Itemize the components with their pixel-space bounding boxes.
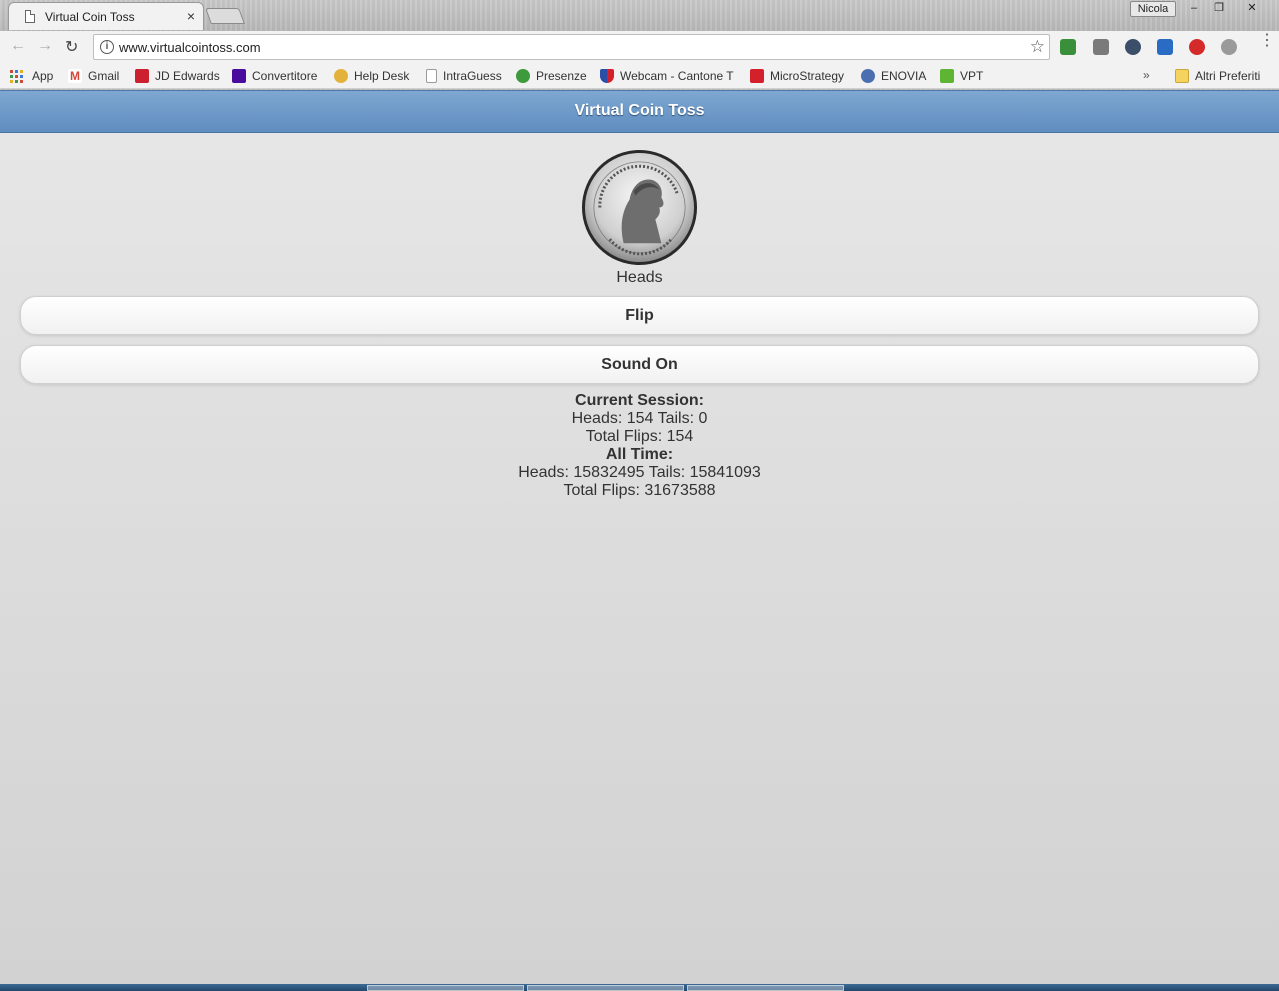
- bookmark-app[interactable]: App: [10, 68, 53, 84]
- sound-toggle-button[interactable]: Sound On: [20, 345, 1259, 384]
- bookmark-jd-edwards[interactable]: JD Edwards: [135, 68, 220, 84]
- taskbar-item[interactable]: [527, 985, 684, 991]
- browser-menu-icon[interactable]: ⋮: [1259, 33, 1275, 49]
- gmail-icon: M: [68, 69, 82, 83]
- bookmark-presenze[interactable]: Presenze: [516, 68, 587, 84]
- browser-chrome: Virtual Coin Toss × Nicola – ❐ ✕ ← → ↻ i…: [0, 0, 1279, 91]
- stats-panel: Current Session: Heads: 154 Tails: 0 Tot…: [0, 392, 1279, 500]
- reload-icon[interactable]: ↻: [65, 37, 78, 57]
- jd-edwards-icon: [135, 69, 149, 83]
- other-bookmarks[interactable]: Altri Preferiti: [1175, 68, 1260, 84]
- bookmark-webcam[interactable]: Webcam - Cantone T: [600, 68, 736, 84]
- taskbar-item[interactable]: [367, 985, 524, 991]
- microstrategy-icon: [750, 69, 764, 83]
- browser-toolbar: ← → ↻ i www.virtualcointoss.com ☆ ⋮: [0, 31, 1279, 63]
- extension-download-icon[interactable]: [1157, 39, 1173, 55]
- coin-result-label: Heads: [616, 269, 663, 286]
- bookmark-help-desk[interactable]: Help Desk: [334, 68, 409, 84]
- info-icon[interactable]: i: [100, 40, 114, 54]
- all-time-counts: Heads: 15832495 Tails: 15841093: [518, 464, 761, 481]
- enovia-icon: [861, 69, 875, 83]
- quarter-coin-icon[interactable]: [580, 148, 699, 267]
- bookmark-microstrategy[interactable]: MicroStrategy: [750, 68, 844, 84]
- tab-title: Virtual Coin Toss: [45, 10, 135, 24]
- presenze-icon: [516, 69, 530, 83]
- page-icon: [25, 10, 35, 23]
- close-window-button[interactable]: ✕: [1241, 1, 1263, 16]
- back-arrow-icon[interactable]: ←: [10, 37, 26, 55]
- bookmark-intraguess[interactable]: IntraGuess: [426, 68, 502, 84]
- bookmarks-bar: App M Gmail JD Edwards Convertitore Help…: [0, 63, 1279, 89]
- folder-icon: [1175, 69, 1189, 83]
- url-text: www.virtualcointoss.com: [119, 40, 261, 55]
- bookmark-enovia[interactable]: ENOVIA: [861, 68, 926, 84]
- extension-opera-icon[interactable]: [1189, 39, 1205, 55]
- extension-mail-icon[interactable]: [1093, 39, 1109, 55]
- bookmark-convertitore[interactable]: Convertitore: [232, 68, 317, 84]
- help-desk-icon: [334, 69, 348, 83]
- current-session-heading: Current Session:: [575, 392, 704, 409]
- extension-green-icon[interactable]: [1060, 39, 1076, 55]
- webcam-shield-icon: [600, 69, 614, 83]
- extension-gear-icon[interactable]: [1221, 39, 1237, 55]
- bookmark-gmail[interactable]: M Gmail: [68, 68, 119, 84]
- page-content: Heads Flip Sound On Current Session: Hea…: [0, 133, 1279, 984]
- apps-grid-icon: [10, 69, 23, 83]
- flip-button[interactable]: Flip: [20, 296, 1259, 335]
- extension-ghostery-icon[interactable]: [1125, 39, 1141, 55]
- browser-tab[interactable]: Virtual Coin Toss ×: [8, 2, 204, 30]
- current-session-total: Total Flips: 154: [585, 428, 694, 445]
- current-session-counts: Heads: 154 Tails: 0: [571, 410, 708, 427]
- yahoo-icon: [232, 69, 246, 83]
- all-time-total: Total Flips: 31673588: [563, 482, 716, 499]
- forward-arrow-icon[interactable]: →: [37, 37, 53, 55]
- vpt-icon: [940, 69, 954, 83]
- taskbar-item[interactable]: [687, 985, 844, 991]
- profile-button[interactable]: Nicola: [1130, 1, 1176, 17]
- page-header: Virtual Coin Toss: [0, 90, 1279, 133]
- bookmark-star-icon[interactable]: ☆: [1030, 37, 1045, 57]
- restore-button[interactable]: ❐: [1208, 1, 1230, 16]
- page-icon: [426, 69, 437, 83]
- all-time-heading: All Time:: [605, 446, 674, 463]
- bookmarks-overflow-icon[interactable]: »: [1143, 68, 1150, 82]
- minimize-button[interactable]: –: [1183, 1, 1205, 16]
- bookmark-vpt[interactable]: VPT: [940, 68, 983, 84]
- close-tab-icon[interactable]: ×: [187, 8, 195, 24]
- address-bar[interactable]: i www.virtualcointoss.com ☆: [93, 34, 1050, 60]
- new-tab-button[interactable]: [205, 8, 245, 24]
